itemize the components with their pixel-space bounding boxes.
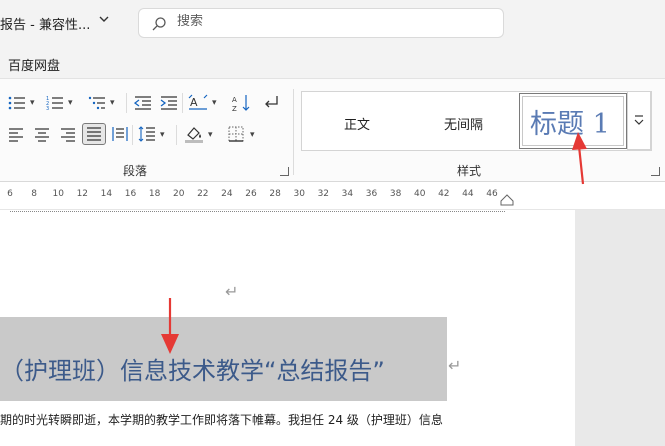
- chevron-down-icon[interactable]: ▾: [30, 98, 35, 108]
- ruler-tick-label: 20: [172, 189, 185, 199]
- borders-icon[interactable]: [228, 126, 244, 146]
- search-input[interactable]: [177, 14, 477, 29]
- separator: [182, 93, 183, 113]
- show-formatting-marks-icon[interactable]: [260, 94, 280, 116]
- chevron-down-icon[interactable]: ▾: [68, 98, 73, 108]
- paragraph-mark-icon: ↵: [448, 356, 462, 375]
- annotation-arrow-icon: [161, 298, 179, 354]
- ruler-tick-label: 10: [52, 189, 64, 199]
- chevron-down-icon[interactable]: ▾: [160, 130, 165, 140]
- align-left-icon[interactable]: [8, 127, 24, 146]
- ruler-tick-label: 8: [31, 189, 37, 199]
- line-spacing-icon[interactable]: [138, 125, 156, 147]
- header-boundary: [10, 211, 505, 212]
- ruler-tick-label: 12: [76, 189, 89, 199]
- title-bar: 报告 - 兼容性...: [0, 0, 665, 48]
- chevron-down-icon[interactable]: [98, 13, 110, 29]
- numbering-icon[interactable]: 123: [46, 95, 64, 115]
- svg-text:3: 3: [46, 106, 49, 111]
- ruler-tick-label: 22: [197, 189, 209, 199]
- ribbon-tab-bar: 百度网盘: [0, 48, 665, 78]
- separator: [293, 89, 294, 175]
- paragraph-dialog-launcher-icon[interactable]: [280, 167, 289, 176]
- styles-dialog-launcher-icon[interactable]: [651, 167, 660, 176]
- align-right-icon[interactable]: [60, 127, 76, 146]
- paragraph-mark-icon: ↵: [225, 282, 239, 301]
- sort-icon[interactable]: AZ: [232, 94, 252, 116]
- ruler-tick-label: 28: [269, 189, 281, 199]
- horizontal-ruler[interactable]: 6 8 10 12 14 16 18 20 22 24 26 28 30 32 34 36 38 40 42 44 46: [0, 182, 665, 210]
- svg-text:A: A: [232, 96, 237, 104]
- ruler-tick-label: 36: [365, 189, 378, 199]
- chevron-down-icon[interactable]: ▾: [110, 98, 115, 108]
- justify-icon: [87, 127, 101, 141]
- ruler-tick-label: 32: [317, 189, 330, 199]
- right-indent-marker[interactable]: [500, 192, 514, 211]
- ruler-tick-label: 44: [462, 189, 474, 199]
- align-center-icon[interactable]: [34, 127, 50, 146]
- styles-gallery: 正文 无间隔 标题 1: [301, 91, 652, 151]
- separator: [176, 125, 177, 145]
- distributed-icon[interactable]: [112, 126, 128, 146]
- ruler-tick-label: 34: [341, 189, 354, 199]
- style-no-spacing[interactable]: 无间隔: [444, 114, 483, 133]
- bullets-icon[interactable]: [8, 95, 26, 115]
- ruler-tick-label: 6: [7, 189, 13, 199]
- ruler-tick-label: 24: [221, 189, 233, 199]
- separator: [132, 125, 133, 145]
- ruler-tick-label: 38: [389, 189, 402, 199]
- ruler-tick-label: 16: [124, 189, 137, 199]
- shading-icon[interactable]: [184, 125, 204, 147]
- text-direction-icon[interactable]: A: [188, 94, 208, 116]
- decrease-indent-icon[interactable]: [133, 95, 152, 115]
- document-page[interactable]: ↵ （护理班）信息技术教学“总结报告” ↵ 期的时光转瞬即逝，本学期的教学工作即…: [0, 210, 575, 446]
- search-icon: [151, 16, 167, 36]
- style-normal[interactable]: 正文: [344, 114, 370, 133]
- ruler-tick-label: 14: [100, 189, 113, 199]
- increase-indent-icon[interactable]: [160, 95, 178, 115]
- chevron-down-icon[interactable]: ▾: [208, 130, 213, 140]
- separator: [126, 93, 127, 113]
- heading-1-paragraph[interactable]: （护理班）信息技术教学“总结报告”: [0, 351, 385, 386]
- body-paragraph[interactable]: 期的时光转瞬即逝，本学期的教学工作即将落下帷幕。我担任 24 级（护理班）信息: [0, 411, 443, 428]
- paragraph-group-label: 段落: [123, 164, 148, 178]
- svg-text:Z: Z: [232, 105, 237, 112]
- ruler-tick-label: 42: [438, 189, 450, 199]
- tab-baidu-netdisk[interactable]: 百度网盘: [8, 55, 60, 74]
- document-title[interactable]: 报告 - 兼容性...: [0, 14, 90, 33]
- ruler-tick-label: 40: [413, 189, 426, 199]
- ruler-tick-label: 26: [245, 189, 257, 199]
- search-box[interactable]: [138, 8, 504, 38]
- ruler-tick-label: 46: [486, 189, 498, 199]
- chevron-down-icon[interactable]: ▾: [212, 98, 217, 108]
- chevron-down-icon[interactable]: ▾: [250, 130, 255, 140]
- styles-group-label: 样式: [457, 164, 482, 178]
- styles-more-button[interactable]: [627, 91, 651, 150]
- ruler-tick-label: 18: [148, 189, 161, 199]
- justify-button[interactable]: [82, 123, 106, 145]
- annotation-arrow-icon: [572, 132, 587, 185]
- right-margin-area: [575, 210, 665, 446]
- more-icon: [634, 115, 644, 125]
- ruler-tick-label: 30: [293, 189, 305, 199]
- ribbon: ▾ 123 ▾ ▾ A ▾ AZ ▾ ▾ ▾ 段落 正文 无间隔 标题 1 样式: [0, 78, 665, 182]
- svg-text:A: A: [190, 96, 198, 109]
- multilevel-list-icon[interactable]: [88, 95, 106, 115]
